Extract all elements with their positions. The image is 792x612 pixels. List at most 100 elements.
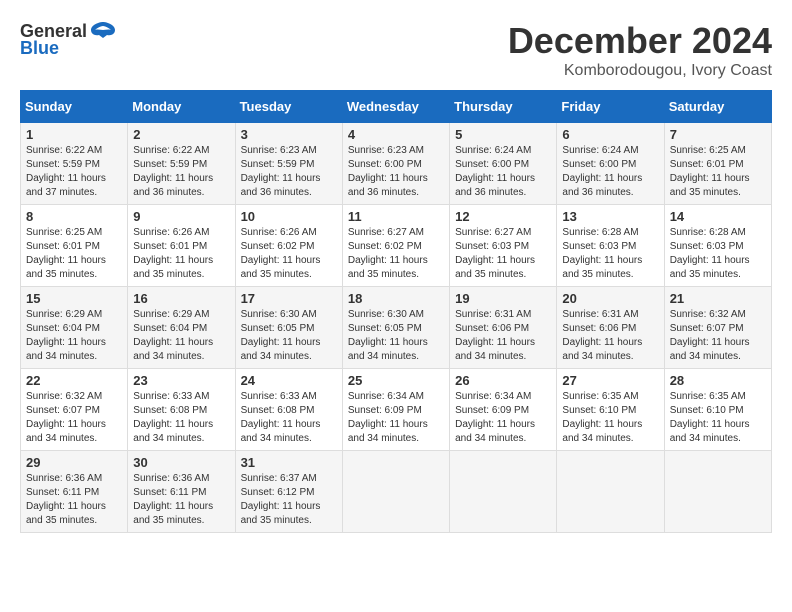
day-info: Sunrise: 6:24 AM Sunset: 6:00 PM Dayligh… — [455, 144, 551, 200]
calendar-cell: 26 Sunrise: 6:34 AM Sunset: 6:09 PM Dayl… — [450, 369, 557, 451]
day-info: Sunrise: 6:36 AM Sunset: 6:11 PM Dayligh… — [133, 472, 229, 528]
calendar-cell: 16 Sunrise: 6:29 AM Sunset: 6:04 PM Dayl… — [128, 287, 235, 369]
col-monday: Monday — [128, 91, 235, 123]
calendar-cell: 18 Sunrise: 6:30 AM Sunset: 6:05 PM Dayl… — [342, 287, 449, 369]
page-header: General Blue December 2024 Komborodougou… — [20, 20, 772, 80]
calendar-cell — [342, 451, 449, 533]
day-number: 24 — [241, 373, 337, 388]
day-number: 3 — [241, 127, 337, 142]
title-area: December 2024 Komborodougou, Ivory Coast — [508, 20, 772, 80]
col-friday: Friday — [557, 91, 664, 123]
calendar-cell: 6 Sunrise: 6:24 AM Sunset: 6:00 PM Dayli… — [557, 123, 664, 205]
day-info: Sunrise: 6:32 AM Sunset: 6:07 PM Dayligh… — [26, 390, 122, 446]
day-info: Sunrise: 6:36 AM Sunset: 6:11 PM Dayligh… — [26, 472, 122, 528]
day-number: 22 — [26, 373, 122, 388]
day-number: 17 — [241, 291, 337, 306]
day-info: Sunrise: 6:34 AM Sunset: 6:09 PM Dayligh… — [455, 390, 551, 446]
calendar-cell: 20 Sunrise: 6:31 AM Sunset: 6:06 PM Dayl… — [557, 287, 664, 369]
day-info: Sunrise: 6:25 AM Sunset: 6:01 PM Dayligh… — [670, 144, 766, 200]
day-number: 27 — [562, 373, 658, 388]
day-info: Sunrise: 6:22 AM Sunset: 5:59 PM Dayligh… — [26, 144, 122, 200]
calendar-cell: 13 Sunrise: 6:28 AM Sunset: 6:03 PM Dayl… — [557, 205, 664, 287]
day-info: Sunrise: 6:29 AM Sunset: 6:04 PM Dayligh… — [133, 308, 229, 364]
day-number: 28 — [670, 373, 766, 388]
day-number: 14 — [670, 209, 766, 224]
day-info: Sunrise: 6:28 AM Sunset: 6:03 PM Dayligh… — [562, 226, 658, 282]
day-number: 29 — [26, 455, 122, 470]
day-number: 7 — [670, 127, 766, 142]
day-number: 2 — [133, 127, 229, 142]
calendar-cell — [664, 451, 771, 533]
calendar-cell: 21 Sunrise: 6:32 AM Sunset: 6:07 PM Dayl… — [664, 287, 771, 369]
col-wednesday: Wednesday — [342, 91, 449, 123]
day-info: Sunrise: 6:30 AM Sunset: 6:05 PM Dayligh… — [348, 308, 444, 364]
day-number: 19 — [455, 291, 551, 306]
day-info: Sunrise: 6:26 AM Sunset: 6:02 PM Dayligh… — [241, 226, 337, 282]
location-title: Komborodougou, Ivory Coast — [508, 62, 772, 80]
calendar-cell: 5 Sunrise: 6:24 AM Sunset: 6:00 PM Dayli… — [450, 123, 557, 205]
logo: General Blue — [20, 20, 117, 59]
day-info: Sunrise: 6:33 AM Sunset: 6:08 PM Dayligh… — [241, 390, 337, 446]
day-info: Sunrise: 6:35 AM Sunset: 6:10 PM Dayligh… — [562, 390, 658, 446]
col-sunday: Sunday — [21, 91, 128, 123]
day-info: Sunrise: 6:27 AM Sunset: 6:02 PM Dayligh… — [348, 226, 444, 282]
day-number: 16 — [133, 291, 229, 306]
day-info: Sunrise: 6:25 AM Sunset: 6:01 PM Dayligh… — [26, 226, 122, 282]
calendar-cell: 4 Sunrise: 6:23 AM Sunset: 6:00 PM Dayli… — [342, 123, 449, 205]
calendar-cell: 2 Sunrise: 6:22 AM Sunset: 5:59 PM Dayli… — [128, 123, 235, 205]
day-number: 20 — [562, 291, 658, 306]
calendar-cell: 22 Sunrise: 6:32 AM Sunset: 6:07 PM Dayl… — [21, 369, 128, 451]
day-info: Sunrise: 6:28 AM Sunset: 6:03 PM Dayligh… — [670, 226, 766, 282]
day-number: 9 — [133, 209, 229, 224]
day-info: Sunrise: 6:31 AM Sunset: 6:06 PM Dayligh… — [455, 308, 551, 364]
calendar-cell: 10 Sunrise: 6:26 AM Sunset: 6:02 PM Dayl… — [235, 205, 342, 287]
day-info: Sunrise: 6:37 AM Sunset: 6:12 PM Dayligh… — [241, 472, 337, 528]
day-number: 31 — [241, 455, 337, 470]
calendar-cell: 9 Sunrise: 6:26 AM Sunset: 6:01 PM Dayli… — [128, 205, 235, 287]
col-saturday: Saturday — [664, 91, 771, 123]
day-info: Sunrise: 6:23 AM Sunset: 6:00 PM Dayligh… — [348, 144, 444, 200]
day-info: Sunrise: 6:31 AM Sunset: 6:06 PM Dayligh… — [562, 308, 658, 364]
day-number: 4 — [348, 127, 444, 142]
day-info: Sunrise: 6:32 AM Sunset: 6:07 PM Dayligh… — [670, 308, 766, 364]
calendar-cell: 31 Sunrise: 6:37 AM Sunset: 6:12 PM Dayl… — [235, 451, 342, 533]
day-info: Sunrise: 6:30 AM Sunset: 6:05 PM Dayligh… — [241, 308, 337, 364]
calendar-cell: 1 Sunrise: 6:22 AM Sunset: 5:59 PM Dayli… — [21, 123, 128, 205]
day-number: 15 — [26, 291, 122, 306]
calendar-cell: 30 Sunrise: 6:36 AM Sunset: 6:11 PM Dayl… — [128, 451, 235, 533]
day-info: Sunrise: 6:22 AM Sunset: 5:59 PM Dayligh… — [133, 144, 229, 200]
day-number: 18 — [348, 291, 444, 306]
logo-bird-icon — [89, 20, 117, 42]
calendar-cell — [557, 451, 664, 533]
calendar-cell: 25 Sunrise: 6:34 AM Sunset: 6:09 PM Dayl… — [342, 369, 449, 451]
col-thursday: Thursday — [450, 91, 557, 123]
logo-blue-text: Blue — [20, 38, 59, 59]
day-number: 6 — [562, 127, 658, 142]
calendar-cell: 12 Sunrise: 6:27 AM Sunset: 6:03 PM Dayl… — [450, 205, 557, 287]
calendar-cell: 24 Sunrise: 6:33 AM Sunset: 6:08 PM Dayl… — [235, 369, 342, 451]
day-number: 1 — [26, 127, 122, 142]
day-number: 23 — [133, 373, 229, 388]
calendar-cell: 11 Sunrise: 6:27 AM Sunset: 6:02 PM Dayl… — [342, 205, 449, 287]
day-number: 10 — [241, 209, 337, 224]
calendar-cell: 28 Sunrise: 6:35 AM Sunset: 6:10 PM Dayl… — [664, 369, 771, 451]
calendar-cell: 17 Sunrise: 6:30 AM Sunset: 6:05 PM Dayl… — [235, 287, 342, 369]
day-info: Sunrise: 6:29 AM Sunset: 6:04 PM Dayligh… — [26, 308, 122, 364]
day-info: Sunrise: 6:23 AM Sunset: 5:59 PM Dayligh… — [241, 144, 337, 200]
day-info: Sunrise: 6:34 AM Sunset: 6:09 PM Dayligh… — [348, 390, 444, 446]
day-number: 30 — [133, 455, 229, 470]
calendar-cell: 27 Sunrise: 6:35 AM Sunset: 6:10 PM Dayl… — [557, 369, 664, 451]
calendar-cell: 19 Sunrise: 6:31 AM Sunset: 6:06 PM Dayl… — [450, 287, 557, 369]
calendar-cell: 7 Sunrise: 6:25 AM Sunset: 6:01 PM Dayli… — [664, 123, 771, 205]
calendar-cell: 3 Sunrise: 6:23 AM Sunset: 5:59 PM Dayli… — [235, 123, 342, 205]
day-number: 21 — [670, 291, 766, 306]
calendar-cell — [450, 451, 557, 533]
day-number: 8 — [26, 209, 122, 224]
day-info: Sunrise: 6:33 AM Sunset: 6:08 PM Dayligh… — [133, 390, 229, 446]
day-number: 11 — [348, 209, 444, 224]
col-tuesday: Tuesday — [235, 91, 342, 123]
calendar-cell: 15 Sunrise: 6:29 AM Sunset: 6:04 PM Dayl… — [21, 287, 128, 369]
day-number: 12 — [455, 209, 551, 224]
day-info: Sunrise: 6:26 AM Sunset: 6:01 PM Dayligh… — [133, 226, 229, 282]
day-info: Sunrise: 6:35 AM Sunset: 6:10 PM Dayligh… — [670, 390, 766, 446]
